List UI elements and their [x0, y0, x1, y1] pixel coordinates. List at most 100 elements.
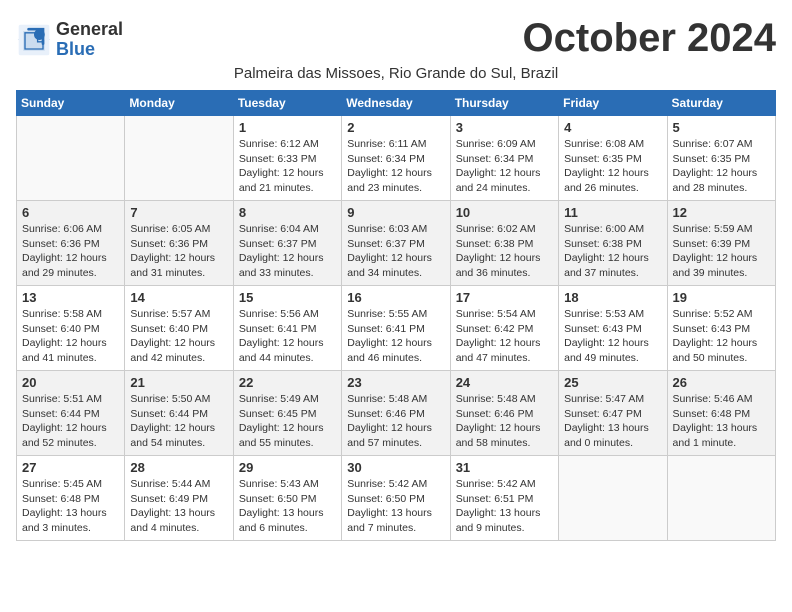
- day-number: 22: [239, 375, 336, 390]
- day-info: Sunrise: 5:52 AM Sunset: 6:43 PM Dayligh…: [673, 307, 770, 366]
- day-number: 7: [130, 205, 227, 220]
- logo-icon: [16, 22, 52, 58]
- day-info: Sunrise: 5:45 AM Sunset: 6:48 PM Dayligh…: [22, 477, 119, 536]
- day-info: Sunrise: 6:05 AM Sunset: 6:36 PM Dayligh…: [130, 222, 227, 281]
- table-row: 10Sunrise: 6:02 AM Sunset: 6:38 PM Dayli…: [450, 201, 558, 286]
- day-info: Sunrise: 5:49 AM Sunset: 6:45 PM Dayligh…: [239, 392, 336, 451]
- day-number: 6: [22, 205, 119, 220]
- day-number: 1: [239, 120, 336, 135]
- table-row: 15 Sunrise: 5:56 AM Sunset: 6:41 PM Dayli…: [233, 286, 341, 371]
- calendar-week-row: 6Sunrise: 6:06 AM Sunset: 6:36 PM Daylig…: [17, 201, 776, 286]
- table-row: 18Sunrise: 5:53 AM Sunset: 6:43 PM Dayli…: [559, 286, 667, 371]
- col-tuesday: Tuesday: [233, 91, 341, 116]
- table-row: [559, 456, 667, 541]
- table-row: 12 Sunrise: 5:59 AM Sunset: 6:39 PM Dayli…: [667, 201, 775, 286]
- calendar-week-row: 27 Sunrise: 5:45 AM Sunset: 6:48 PM Dayli…: [17, 456, 776, 541]
- table-row: 6Sunrise: 6:06 AM Sunset: 6:36 PM Daylig…: [17, 201, 125, 286]
- day-number: 14: [130, 290, 227, 305]
- calendar-week-row: 20Sunrise: 5:51 AM Sunset: 6:44 PM Dayli…: [17, 371, 776, 456]
- day-info: Sunrise: 6:03 AM Sunset: 6:37 PM Dayligh…: [347, 222, 444, 281]
- table-row: 25 Sunrise: 5:47 AM Sunset: 6:47 PM Dayli…: [559, 371, 667, 456]
- logo-text: General Blue: [56, 20, 123, 60]
- table-row: [17, 116, 125, 201]
- day-number: 27: [22, 460, 119, 475]
- day-number: 4: [564, 120, 661, 135]
- table-row: 20Sunrise: 5:51 AM Sunset: 6:44 PM Dayli…: [17, 371, 125, 456]
- calendar-week-row: 13Sunrise: 5:58 AM Sunset: 6:40 PM Dayli…: [17, 286, 776, 371]
- day-info: Sunrise: 5:55 AM Sunset: 6:41 PM Dayligh…: [347, 307, 444, 366]
- day-info: Sunrise: 5:42 AM Sunset: 6:51 PM Dayligh…: [456, 477, 553, 536]
- day-info: Sunrise: 5:48 AM Sunset: 6:46 PM Dayligh…: [456, 392, 553, 451]
- day-info: Sunrise: 6:04 AM Sunset: 6:37 PM Dayligh…: [239, 222, 336, 281]
- col-monday: Monday: [125, 91, 233, 116]
- day-number: 8: [239, 205, 336, 220]
- table-row: 8 Sunrise: 6:04 AM Sunset: 6:37 PM Daylig…: [233, 201, 341, 286]
- day-number: 2: [347, 120, 444, 135]
- day-number: 13: [22, 290, 119, 305]
- day-number: 11: [564, 205, 661, 220]
- col-wednesday: Wednesday: [342, 91, 450, 116]
- day-info: Sunrise: 6:12 AM Sunset: 6:33 PM Dayligh…: [239, 137, 336, 196]
- day-number: 31: [456, 460, 553, 475]
- table-row: 2 Sunrise: 6:11 AM Sunset: 6:34 PM Daylig…: [342, 116, 450, 201]
- day-info: Sunrise: 6:07 AM Sunset: 6:35 PM Dayligh…: [673, 137, 770, 196]
- day-number: 23: [347, 375, 444, 390]
- table-row: 23Sunrise: 5:48 AM Sunset: 6:46 PM Dayli…: [342, 371, 450, 456]
- day-number: 16: [347, 290, 444, 305]
- day-info: Sunrise: 5:56 AM Sunset: 6:41 PM Dayligh…: [239, 307, 336, 366]
- col-thursday: Thursday: [450, 91, 558, 116]
- day-number: 21: [130, 375, 227, 390]
- logo-general-text: General: [56, 20, 123, 40]
- table-row: 17 Sunrise: 5:54 AM Sunset: 6:42 PM Dayli…: [450, 286, 558, 371]
- day-number: 19: [673, 290, 770, 305]
- day-number: 17: [456, 290, 553, 305]
- table-row: 21 Sunrise: 5:50 AM Sunset: 6:44 PM Dayli…: [125, 371, 233, 456]
- day-number: 30: [347, 460, 444, 475]
- calendar-header-row: Sunday Monday Tuesday Wednesday Thursday…: [17, 91, 776, 116]
- day-number: 9: [347, 205, 444, 220]
- subtitle: Palmeira das Missoes, Rio Grande do Sul,…: [16, 65, 776, 82]
- table-row: 28Sunrise: 5:44 AM Sunset: 6:49 PM Dayli…: [125, 456, 233, 541]
- day-info: Sunrise: 5:50 AM Sunset: 6:44 PM Dayligh…: [130, 392, 227, 451]
- table-row: 27 Sunrise: 5:45 AM Sunset: 6:48 PM Dayli…: [17, 456, 125, 541]
- col-sunday: Sunday: [17, 91, 125, 116]
- day-number: 12: [673, 205, 770, 220]
- table-row: 26 Sunrise: 5:46 AM Sunset: 6:48 PM Dayli…: [667, 371, 775, 456]
- col-saturday: Saturday: [667, 91, 775, 116]
- table-row: 31 Sunrise: 5:42 AM Sunset: 6:51 PM Dayli…: [450, 456, 558, 541]
- table-row: 19 Sunrise: 5:52 AM Sunset: 6:43 PM Dayli…: [667, 286, 775, 371]
- logo: General Blue: [16, 20, 123, 60]
- day-info: Sunrise: 6:11 AM Sunset: 6:34 PM Dayligh…: [347, 137, 444, 196]
- col-friday: Friday: [559, 91, 667, 116]
- table-row: 9 Sunrise: 6:03 AM Sunset: 6:37 PM Daylig…: [342, 201, 450, 286]
- day-number: 5: [673, 120, 770, 135]
- header: General Blue October 2024: [16, 16, 776, 61]
- table-row: 11 Sunrise: 6:00 AM Sunset: 6:38 PM Dayli…: [559, 201, 667, 286]
- day-number: 29: [239, 460, 336, 475]
- calendar-table: Sunday Monday Tuesday Wednesday Thursday…: [16, 90, 776, 541]
- day-info: Sunrise: 5:42 AM Sunset: 6:50 PM Dayligh…: [347, 477, 444, 536]
- day-info: Sunrise: 5:51 AM Sunset: 6:44 PM Dayligh…: [22, 392, 119, 451]
- day-info: Sunrise: 5:59 AM Sunset: 6:39 PM Dayligh…: [673, 222, 770, 281]
- page-container: General Blue October 2024 Palmeira das M…: [16, 16, 776, 541]
- day-info: Sunrise: 5:43 AM Sunset: 6:50 PM Dayligh…: [239, 477, 336, 536]
- table-row: 4 Sunrise: 6:08 AM Sunset: 6:35 PM Daylig…: [559, 116, 667, 201]
- day-info: Sunrise: 5:54 AM Sunset: 6:42 PM Dayligh…: [456, 307, 553, 366]
- day-number: 28: [130, 460, 227, 475]
- table-row: 16 Sunrise: 5:55 AM Sunset: 6:41 PM Dayli…: [342, 286, 450, 371]
- day-info: Sunrise: 6:00 AM Sunset: 6:38 PM Dayligh…: [564, 222, 661, 281]
- table-row: 13Sunrise: 5:58 AM Sunset: 6:40 PM Dayli…: [17, 286, 125, 371]
- day-number: 3: [456, 120, 553, 135]
- logo-blue-text: Blue: [56, 40, 123, 60]
- day-number: 24: [456, 375, 553, 390]
- table-row: 5 Sunrise: 6:07 AM Sunset: 6:35 PM Daylig…: [667, 116, 775, 201]
- day-number: 26: [673, 375, 770, 390]
- day-number: 10: [456, 205, 553, 220]
- day-info: Sunrise: 5:46 AM Sunset: 6:48 PM Dayligh…: [673, 392, 770, 451]
- table-row: 1 Sunrise: 6:12 AM Sunset: 6:33 PM Daylig…: [233, 116, 341, 201]
- day-number: 15: [239, 290, 336, 305]
- day-info: Sunrise: 6:08 AM Sunset: 6:35 PM Dayligh…: [564, 137, 661, 196]
- day-info: Sunrise: 5:47 AM Sunset: 6:47 PM Dayligh…: [564, 392, 661, 451]
- day-number: 25: [564, 375, 661, 390]
- table-row: 24 Sunrise: 5:48 AM Sunset: 6:46 PM Dayli…: [450, 371, 558, 456]
